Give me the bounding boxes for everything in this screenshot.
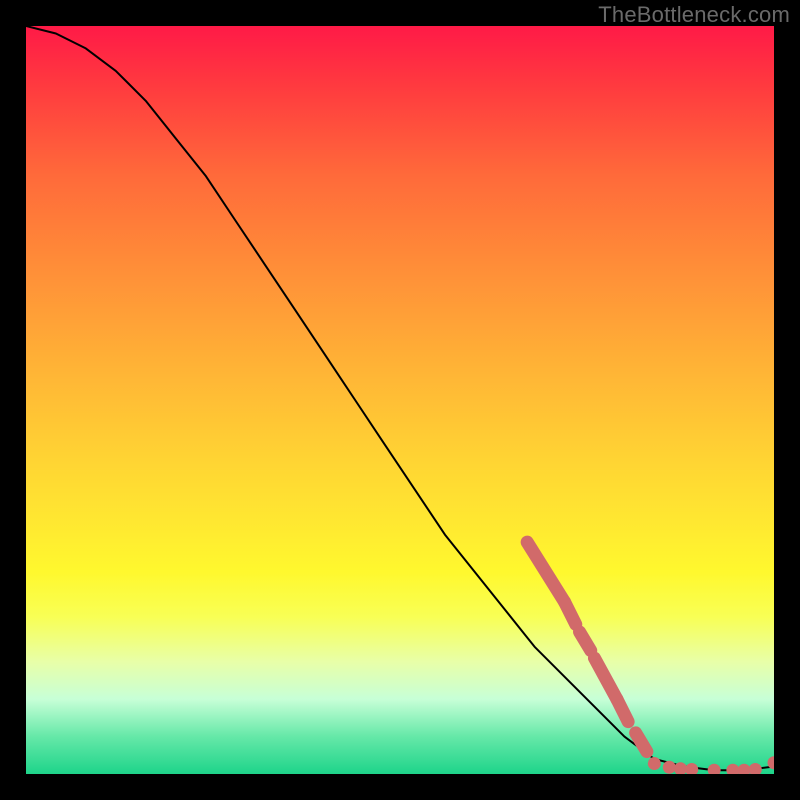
marker-dot	[726, 764, 739, 774]
marker-dot	[663, 761, 676, 774]
marker-dot	[648, 757, 661, 770]
marker-dot	[738, 764, 751, 774]
marker-segments	[527, 542, 647, 751]
marker-dot	[708, 764, 721, 774]
chart-stage: TheBottleneck.com	[0, 0, 800, 800]
watermark-text: TheBottleneck.com	[598, 2, 790, 28]
marker-dot	[685, 763, 698, 774]
marker-segment	[565, 602, 576, 624]
marker-dots	[648, 756, 774, 774]
marker-dot	[749, 763, 762, 774]
marker-segment	[527, 542, 564, 602]
marker-segment	[594, 658, 616, 699]
curve-line	[26, 26, 774, 770]
marker-segment	[580, 632, 591, 651]
marker-segment	[636, 733, 647, 752]
marker-segment	[617, 699, 628, 721]
chart-svg	[26, 26, 774, 774]
